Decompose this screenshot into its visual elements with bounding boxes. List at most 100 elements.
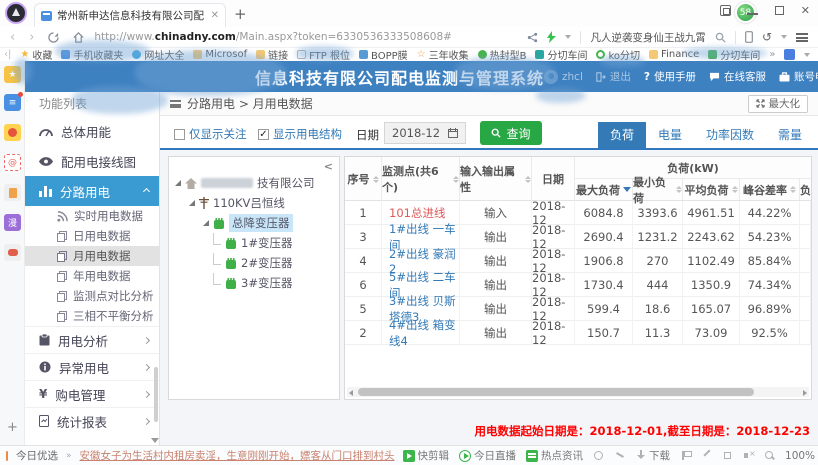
- url-input[interactable]: http://www.chinadny.com/Main.aspx?token=…: [94, 31, 527, 43]
- bookmark-item[interactable]: ko分切: [596, 47, 640, 62]
- query-button[interactable]: 查询: [480, 121, 542, 145]
- expander-icon[interactable]: [203, 220, 209, 226]
- home-icon[interactable]: [73, 32, 84, 43]
- sidebar-item-overall-energy[interactable]: 总体用能: [25, 116, 159, 146]
- tab-demand[interactable]: 需量: [766, 122, 814, 148]
- phone-icon[interactable]: [745, 31, 753, 43]
- close-button[interactable]: ✕: [801, 5, 810, 16]
- bookmark-item[interactable]: 分切车间: [535, 47, 587, 62]
- horizontal-scrollbar[interactable]: [347, 387, 809, 397]
- workspace-icon[interactable]: [720, 5, 731, 16]
- bookmark-item[interactable]: 链接: [256, 47, 288, 62]
- forward-button[interactable]: ›: [29, 30, 34, 45]
- bookmark-item[interactable]: BOPP膜: [359, 47, 408, 62]
- bookmark-item[interactable]: Microsof: [193, 49, 247, 60]
- tab-power-factor[interactable]: 功率因数: [694, 122, 766, 148]
- zoom-icon[interactable]: [764, 450, 775, 461]
- tools-icon[interactable]: [614, 450, 625, 461]
- hot-news[interactable]: 热点资讯: [526, 448, 583, 463]
- scroll-right-icon[interactable]: [803, 390, 807, 396]
- tab-load[interactable]: 负荷: [598, 122, 646, 148]
- user-info[interactable]: zhcl: [544, 70, 583, 84]
- bookmark-item[interactable]: 手机收藏夹: [61, 47, 123, 62]
- notebook-icon[interactable]: [4, 184, 21, 201]
- browser-logo[interactable]: [5, 2, 27, 24]
- feed-icon[interactable]: ≡: [4, 94, 21, 111]
- account-link[interactable]: 账号申请: [779, 69, 818, 84]
- browser-tab[interactable]: 常州新申达信息科技有限公司配 ✕: [34, 3, 226, 27]
- tree-node-main-transformer[interactable]: 总降变压器: [169, 213, 339, 233]
- chevron-down-icon[interactable]: [565, 35, 571, 39]
- pen-icon[interactable]: [701, 450, 712, 461]
- search-input[interactable]: 凡人逆袭变身仙王战九霄: [590, 30, 706, 45]
- sidebar-item-wiring-diagram[interactable]: 配用电接线图: [25, 146, 159, 176]
- share-icon[interactable]: [527, 32, 538, 43]
- sidebar-subitem-three-phase[interactable]: 三相不平衡分析: [25, 306, 159, 326]
- today-live[interactable]: 今日直播: [459, 448, 516, 463]
- tree-node-transformer-1[interactable]: 1#变压器: [169, 233, 339, 253]
- bookmark-item[interactable]: ★收藏: [20, 47, 52, 62]
- expander-icon[interactable]: [189, 200, 195, 206]
- col-max-load[interactable]: 最大负荷: [575, 179, 633, 200]
- mute-icon[interactable]: [743, 450, 754, 461]
- bookmark-item[interactable]: 分切车间: [708, 47, 760, 62]
- zoom-level[interactable]: 100%: [785, 450, 815, 462]
- manager-icon[interactable]: [784, 49, 795, 60]
- only-follow-checkbox[interactable]: 仅显示关注: [174, 126, 247, 142]
- point-link[interactable]: 4#出线 箱变线4: [389, 317, 459, 349]
- bookmark-item[interactable]: Finance: [649, 49, 699, 60]
- sidebar-subitem-realtime[interactable]: 实时用电数据: [25, 206, 159, 226]
- show-structure-checkbox[interactable]: ✓ 显示用电结构: [258, 126, 342, 142]
- sidebar-group-power-analysis[interactable]: 用电分析: [25, 326, 159, 353]
- date-input[interactable]: 2018-12: [384, 122, 466, 144]
- bookmark-item[interactable]: FTP 根位: [297, 47, 350, 62]
- expander-icon[interactable]: [175, 180, 181, 186]
- col-partial[interactable]: 负: [800, 179, 811, 200]
- manual-link[interactable]: ? 使用手册: [644, 69, 696, 84]
- back-button[interactable]: ‹: [10, 30, 15, 45]
- col-date[interactable]: 日期: [532, 157, 575, 201]
- search-icon[interactable]: [715, 32, 726, 43]
- minimize-button[interactable]: [747, 5, 758, 16]
- col-point[interactable]: 监测点(共6个): [382, 157, 460, 201]
- sidebar-subitem-point-compare[interactable]: 监测点对比分析: [25, 286, 159, 306]
- weibo-icon[interactable]: [4, 124, 21, 141]
- news-ticker[interactable]: 安徽女子为生活村内租房卖淫，生意刚刚开始，嫖客从门口排到村头: [80, 448, 395, 463]
- tree-node-transformer-3[interactable]: 3#变压器: [169, 273, 339, 293]
- collapse-tree-icon[interactable]: <: [324, 160, 333, 173]
- scrollbar-thumb[interactable]: [358, 388, 754, 396]
- browser-tool-icon[interactable]: [593, 450, 604, 461]
- tab-close-icon[interactable]: ✕: [211, 10, 219, 21]
- sidebar-group-reports[interactable]: 统计报表: [25, 407, 159, 434]
- undo-icon[interactable]: ↺: [762, 30, 772, 44]
- more-bookmarks[interactable]: »: [769, 49, 775, 60]
- sidebar-subitem-monthly[interactable]: 月用电数据: [25, 246, 159, 266]
- col-min-load[interactable]: 最小负荷: [633, 179, 683, 200]
- lightning-icon[interactable]: [547, 31, 556, 43]
- tree-node-transformer-2[interactable]: 2#变压器: [169, 253, 339, 273]
- quick-clip[interactable]: 快剪辑: [403, 448, 450, 463]
- tree-node-line[interactable]: 110KV吕恒线: [169, 193, 339, 213]
- reload-icon[interactable]: [48, 32, 59, 43]
- collapse-bookmarks-icon[interactable]: ‹|: [4, 49, 11, 60]
- point-link[interactable]: 101总进线: [389, 205, 445, 221]
- today-pick[interactable]: 今日优选: [16, 448, 58, 463]
- bookmark-item[interactable]: ☆三年收集: [417, 47, 469, 62]
- sidebar-item-branch-power[interactable]: 分路用电: [25, 176, 159, 206]
- service-link[interactable]: 在线客服: [709, 69, 766, 84]
- at-icon[interactable]: @: [4, 154, 21, 171]
- logout-button[interactable]: 退出: [596, 69, 631, 84]
- sidebar-scrollbar[interactable]: [154, 367, 158, 422]
- col-seq[interactable]: 序号: [345, 157, 382, 201]
- tab-energy[interactable]: 电量: [646, 122, 694, 148]
- comic-icon[interactable]: 漫: [4, 214, 21, 231]
- sidebar-subitem-daily[interactable]: 日用电数据: [25, 226, 159, 246]
- scroll-down-icon[interactable]: [151, 438, 159, 443]
- bookmark-item[interactable]: 热封型B: [478, 47, 527, 62]
- maximize-view-button[interactable]: 最大化: [748, 95, 809, 113]
- tree-node-company[interactable]: 技有限公司: [169, 173, 339, 193]
- sidebar-subitem-yearly[interactable]: 年用电数据: [25, 266, 159, 286]
- col-io[interactable]: 输入输出属性: [460, 157, 532, 201]
- add-panel-icon[interactable]: +: [4, 419, 21, 436]
- maximize-button[interactable]: [774, 5, 785, 16]
